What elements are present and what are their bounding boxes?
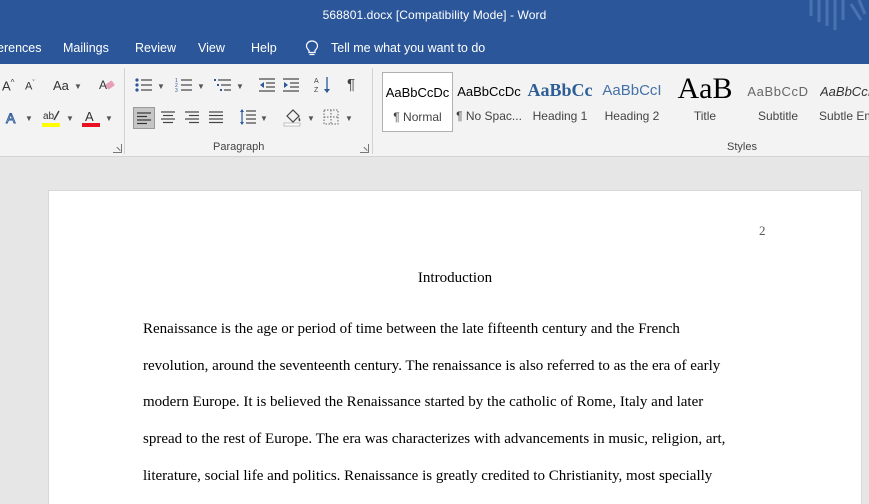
paragraph-line[interactable]: Renaissance is the age or period of time… <box>143 321 680 338</box>
title-bar-pattern-icon <box>809 0 867 30</box>
line-spacing-icon[interactable] <box>239 108 257 126</box>
style-heading-1[interactable]: AaBbCc Heading 1 <box>527 72 593 132</box>
paragraph-line[interactable]: literature, social life and politics. Re… <box>143 468 712 485</box>
tab-mailings[interactable]: Mailings <box>63 41 109 55</box>
bullets-dropdown-icon[interactable]: ▼ <box>157 82 165 91</box>
style-normal[interactable]: AaBbCcDc ¶ Normal <box>382 72 453 132</box>
align-left-icon[interactable] <box>133 107 155 129</box>
group-separator <box>124 68 125 154</box>
paragraph-group-label: Paragraph <box>213 141 265 153</box>
tab-help[interactable]: Help <box>251 41 277 55</box>
styles-group-label: Styles <box>727 141 757 153</box>
tell-me-search[interactable]: Tell me what you want to do <box>331 41 485 55</box>
font-dialog-launcher-icon[interactable] <box>113 144 122 153</box>
highlight-color-icon[interactable]: ab <box>42 108 62 128</box>
text-effects-icon[interactable]: A <box>5 110 21 126</box>
font-color-dropdown-icon[interactable]: ▼ <box>105 114 113 123</box>
style-subtitle[interactable]: AaBbCcD Subtitle <box>745 72 811 132</box>
clear-formatting-icon[interactable]: A <box>98 76 116 94</box>
decrease-indent-icon[interactable] <box>258 77 276 93</box>
line-spacing-dropdown-icon[interactable]: ▼ <box>260 114 268 123</box>
style-title[interactable]: AaB Title <box>672 72 738 132</box>
group-separator <box>372 68 373 154</box>
font-color-icon[interactable]: A <box>82 108 102 128</box>
ribbon-tabs: erences Mailings Review View Help Tell m… <box>0 32 869 64</box>
borders-icon[interactable] <box>323 109 339 125</box>
numbering-dropdown-icon[interactable]: ▼ <box>197 82 205 91</box>
document-heading[interactable]: Introduction <box>0 270 869 287</box>
svg-text:3: 3 <box>175 88 178 93</box>
svg-text:Z: Z <box>314 87 319 94</box>
title-bar: 568801.docx [Compatibility Mode] - Word <box>0 0 869 32</box>
tab-review[interactable]: Review <box>135 41 176 55</box>
highlight-dropdown-icon[interactable]: ▼ <box>66 114 74 123</box>
text-effects-dropdown-icon[interactable]: ▼ <box>25 114 33 123</box>
multilevel-list-icon[interactable] <box>214 77 232 93</box>
style-heading-2[interactable]: AaBbCcI Heading 2 <box>599 72 665 132</box>
grow-font-button[interactable]: A^ <box>2 78 14 93</box>
shading-dropdown-icon[interactable]: ▼ <box>307 114 315 123</box>
tab-view[interactable]: View <box>198 41 225 55</box>
svg-text:ab: ab <box>43 111 55 122</box>
justify-icon[interactable] <box>208 110 224 124</box>
window-title: 568801.docx [Compatibility Mode] - Word <box>322 8 547 22</box>
document-page[interactable] <box>48 190 862 504</box>
paragraph-line[interactable]: revolution, around the seventeenth centu… <box>143 358 720 375</box>
paragraph-line[interactable]: modern Europe. It is believed the Renais… <box>143 394 703 411</box>
borders-dropdown-icon[interactable]: ▼ <box>345 114 353 123</box>
svg-text:A: A <box>85 109 94 124</box>
change-case-dropdown-icon[interactable]: ▼ <box>74 82 82 91</box>
ribbon: A^ Aˇ Aa ▼ A A ▼ ab ▼ A ▼ ▼ 123 ▼ ▼ A Z … <box>0 64 869 157</box>
lightbulb-icon <box>305 40 319 56</box>
svg-text:A: A <box>6 110 16 126</box>
shading-icon[interactable] <box>283 107 303 127</box>
style-subtle-emphasis[interactable]: AaBbCcI Subtle Em <box>817 72 869 132</box>
svg-text:A: A <box>314 78 319 85</box>
align-center-icon[interactable] <box>160 110 176 124</box>
numbering-icon[interactable]: 123 <box>175 77 193 93</box>
multilevel-dropdown-icon[interactable]: ▼ <box>236 82 244 91</box>
shrink-font-button[interactable]: Aˇ <box>25 80 35 93</box>
paragraph-dialog-launcher-icon[interactable] <box>360 144 369 153</box>
align-right-icon[interactable] <box>184 110 200 124</box>
sort-icon[interactable]: AZ <box>314 75 332 95</box>
show-formatting-marks-icon[interactable]: ¶ <box>347 76 355 93</box>
tab-references[interactable]: erences <box>0 41 41 55</box>
change-case-button[interactable]: Aa <box>53 78 69 93</box>
page-number: 2 <box>759 223 766 238</box>
increase-indent-icon[interactable] <box>282 77 300 93</box>
paragraph-line[interactable]: spread to the rest of Europe. The era wa… <box>143 431 725 448</box>
style-no-spacing[interactable]: AaBbCcDc ¶ No Spac... <box>455 72 523 132</box>
bullets-icon[interactable] <box>135 77 153 93</box>
